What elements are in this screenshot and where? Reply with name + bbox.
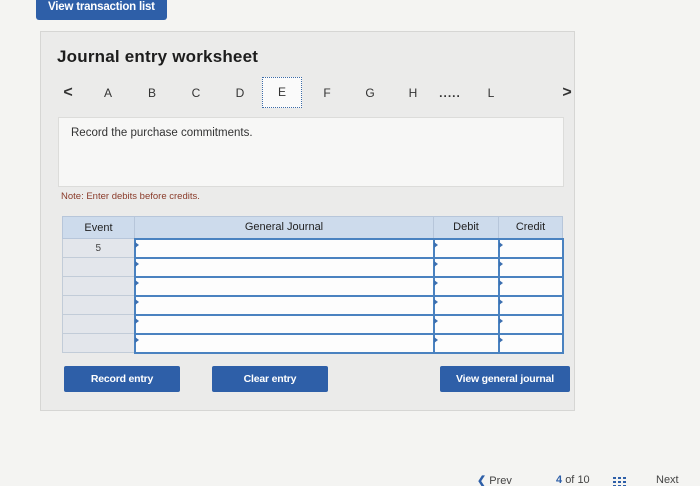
- credit-input[interactable]: [497, 237, 564, 259]
- tab-next-icon[interactable]: >: [559, 83, 575, 103]
- tab-f[interactable]: F: [319, 83, 335, 103]
- tab-ellipsis: .....: [439, 86, 461, 100]
- cell-marker-icon: [134, 298, 139, 305]
- cell-marker-icon: [134, 241, 139, 248]
- tab-g[interactable]: G: [362, 83, 378, 103]
- event-cell: [62, 257, 135, 277]
- cell-marker-icon: [498, 298, 503, 305]
- journal-table: Event General Journal Debit Credit 5: [62, 216, 564, 354]
- account-input[interactable]: [133, 294, 435, 316]
- page-total: 10: [577, 474, 590, 486]
- tab-a[interactable]: A: [100, 83, 116, 103]
- event-cell: [62, 295, 135, 315]
- cell-marker-icon: [134, 279, 139, 286]
- cell-marker-icon: [433, 336, 438, 343]
- instruction-text: Record the purchase commitments.: [71, 127, 253, 139]
- cell-marker-icon: [498, 336, 503, 343]
- table-row: [62, 332, 564, 354]
- record-entry-button[interactable]: Record entry: [64, 366, 180, 392]
- cell-marker-icon: [433, 298, 438, 305]
- clear-entry-button[interactable]: Clear entry: [212, 366, 328, 392]
- table-row: [62, 275, 564, 297]
- instruction-box: Record the purchase commitments.: [58, 117, 564, 187]
- event-cell: [62, 314, 135, 334]
- event-cell: 5: [62, 238, 135, 258]
- prev-button[interactable]: ❮ Prev: [477, 474, 512, 486]
- table-row: [62, 256, 564, 278]
- tab-h[interactable]: H: [405, 83, 421, 103]
- account-input[interactable]: [133, 256, 435, 278]
- account-input[interactable]: [133, 332, 435, 354]
- account-input[interactable]: [133, 313, 435, 335]
- worksheet-tabs: < A B C D E F G H ..... L >: [58, 77, 578, 113]
- prev-label: Prev: [489, 475, 512, 486]
- cell-marker-icon: [433, 260, 438, 267]
- credit-input[interactable]: [497, 275, 564, 297]
- cell-marker-icon: [498, 317, 503, 324]
- tab-e[interactable]: E: [262, 77, 302, 108]
- account-input[interactable]: [133, 237, 435, 259]
- tab-b[interactable]: B: [144, 83, 160, 103]
- table-row: 5: [62, 237, 564, 259]
- table-row: [62, 294, 564, 316]
- cell-marker-icon: [433, 279, 438, 286]
- credit-input[interactable]: [497, 332, 564, 354]
- page-indicator: 4 of 10: [556, 474, 590, 486]
- header-general-journal: General Journal: [134, 216, 434, 239]
- credit-input[interactable]: [497, 294, 564, 316]
- cell-marker-icon: [498, 279, 503, 286]
- note-text: Note: Enter debits before credits.: [61, 191, 200, 202]
- page-current: 4: [556, 474, 563, 486]
- chevron-left-icon: ❮: [477, 475, 487, 486]
- header-credit: Credit: [498, 216, 563, 239]
- header-debit: Debit: [433, 216, 499, 239]
- cell-marker-icon: [134, 336, 139, 343]
- cell-marker-icon: [433, 241, 438, 248]
- tab-c[interactable]: C: [188, 83, 204, 103]
- debit-input[interactable]: [432, 294, 500, 316]
- header-event: Event: [62, 216, 135, 239]
- table-row: [62, 313, 564, 335]
- view-transaction-list-button[interactable]: View transaction list: [36, 0, 167, 20]
- debit-input[interactable]: [432, 313, 500, 335]
- debit-input[interactable]: [432, 275, 500, 297]
- worksheet-title: Journal entry worksheet: [57, 47, 259, 66]
- grid-icon[interactable]: [613, 474, 627, 486]
- debit-input[interactable]: [432, 237, 500, 259]
- account-input[interactable]: [133, 275, 435, 297]
- debit-input[interactable]: [432, 332, 500, 354]
- cell-marker-icon: [134, 317, 139, 324]
- tab-d[interactable]: D: [232, 83, 248, 103]
- page-sep: of: [565, 474, 575, 486]
- cell-marker-icon: [433, 317, 438, 324]
- next-button[interactable]: Next: [656, 474, 679, 486]
- event-cell: [62, 276, 135, 296]
- debit-input[interactable]: [432, 256, 500, 278]
- cell-marker-icon: [134, 260, 139, 267]
- event-cell: [62, 333, 135, 353]
- view-general-journal-button[interactable]: View general journal: [440, 366, 570, 392]
- tab-l[interactable]: L: [483, 83, 499, 103]
- credit-input[interactable]: [497, 256, 564, 278]
- tab-prev-icon[interactable]: <: [60, 83, 76, 103]
- credit-input[interactable]: [497, 313, 564, 335]
- cell-marker-icon: [498, 241, 503, 248]
- cell-marker-icon: [498, 260, 503, 267]
